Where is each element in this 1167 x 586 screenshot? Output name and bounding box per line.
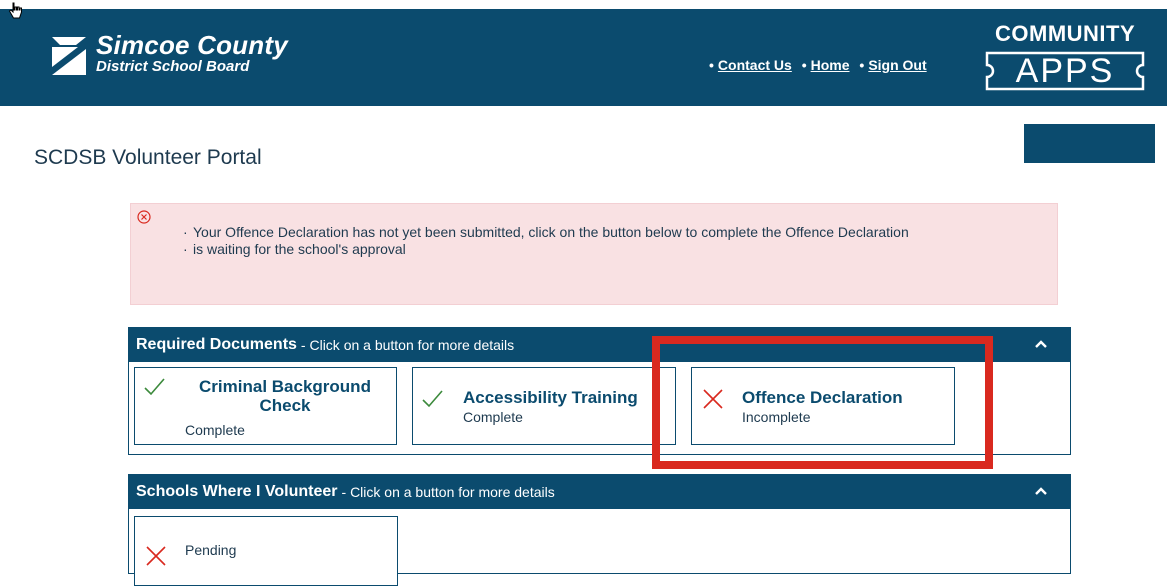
school-button[interactable]: Pending bbox=[134, 516, 398, 586]
alert-message: is waiting for the school's approval bbox=[183, 241, 1053, 258]
hand-cursor-icon bbox=[8, 2, 22, 19]
home-link[interactable]: Home bbox=[811, 57, 850, 73]
chevron-up-icon[interactable] bbox=[1034, 337, 1048, 351]
cross-icon bbox=[703, 389, 723, 409]
apps-logo-top: COMMUNITY bbox=[995, 21, 1136, 46]
error-alert: Your Offence Declaration has not yet bee… bbox=[130, 203, 1058, 305]
alert-message: Your Offence Declaration has not yet bee… bbox=[183, 224, 1053, 241]
document-title: Criminal Background Check bbox=[199, 377, 371, 415]
document-title: Accessibility Training bbox=[463, 388, 638, 407]
page-title: SCDSB Volunteer Portal bbox=[34, 146, 262, 169]
school-status: Pending bbox=[185, 542, 237, 558]
top-strip bbox=[0, 0, 1167, 9]
required-documents-panel: Required Documents - Click on a button f… bbox=[128, 327, 1071, 455]
panel-title: Schools Where I Volunteer bbox=[136, 483, 338, 500]
document-status: Complete bbox=[185, 422, 245, 438]
chevron-up-icon[interactable] bbox=[1034, 484, 1048, 498]
apps-logo-word: APPS bbox=[1015, 52, 1115, 90]
org-name: Simcoe County bbox=[96, 30, 288, 60]
schools-header[interactable]: Schools Where I Volunteer - Click on a b… bbox=[129, 475, 1070, 509]
schools-panel: Schools Where I Volunteer - Click on a b… bbox=[128, 474, 1071, 586]
checkmark-icon bbox=[422, 390, 443, 408]
top-nav: • Contact Us • Home • Sign Out bbox=[709, 57, 927, 73]
panel-subtitle: - Click on a button for more details bbox=[300, 337, 515, 353]
document-status: Complete bbox=[463, 409, 523, 425]
panel-title: Required Documents bbox=[136, 336, 297, 353]
required-documents-header[interactable]: Required Documents - Click on a button f… bbox=[129, 328, 1070, 362]
contact-us-link[interactable]: Contact Us bbox=[718, 57, 792, 73]
offence-declaration-button[interactable]: Offence Declaration Incomplete bbox=[691, 367, 955, 445]
accessibility-training-button[interactable]: Accessibility Training Complete bbox=[412, 367, 676, 445]
scdsb-logo[interactable]: Simcoe County District School Board bbox=[48, 31, 288, 79]
document-status: Incomplete bbox=[742, 409, 811, 425]
sign-out-link[interactable]: Sign Out bbox=[868, 57, 926, 73]
panel-subtitle: - Click on a button for more details bbox=[341, 484, 555, 500]
scdsb-logo-mark-icon bbox=[52, 37, 86, 75]
org-subname: District School Board bbox=[96, 58, 250, 75]
alert-messages: Your Offence Declaration has not yet bee… bbox=[183, 224, 1053, 258]
checkmark-icon bbox=[144, 378, 165, 396]
criminal-background-check-button[interactable]: Criminal Background Check Complete bbox=[134, 367, 397, 445]
corner-button[interactable] bbox=[1024, 124, 1155, 163]
document-title: Offence Declaration bbox=[742, 388, 903, 407]
community-apps-logo[interactable]: COMMUNITY APPS bbox=[985, 21, 1155, 96]
cross-icon bbox=[146, 546, 166, 566]
error-circle-icon bbox=[137, 210, 151, 224]
site-header: Simcoe County District School Board • Con… bbox=[0, 9, 1167, 106]
